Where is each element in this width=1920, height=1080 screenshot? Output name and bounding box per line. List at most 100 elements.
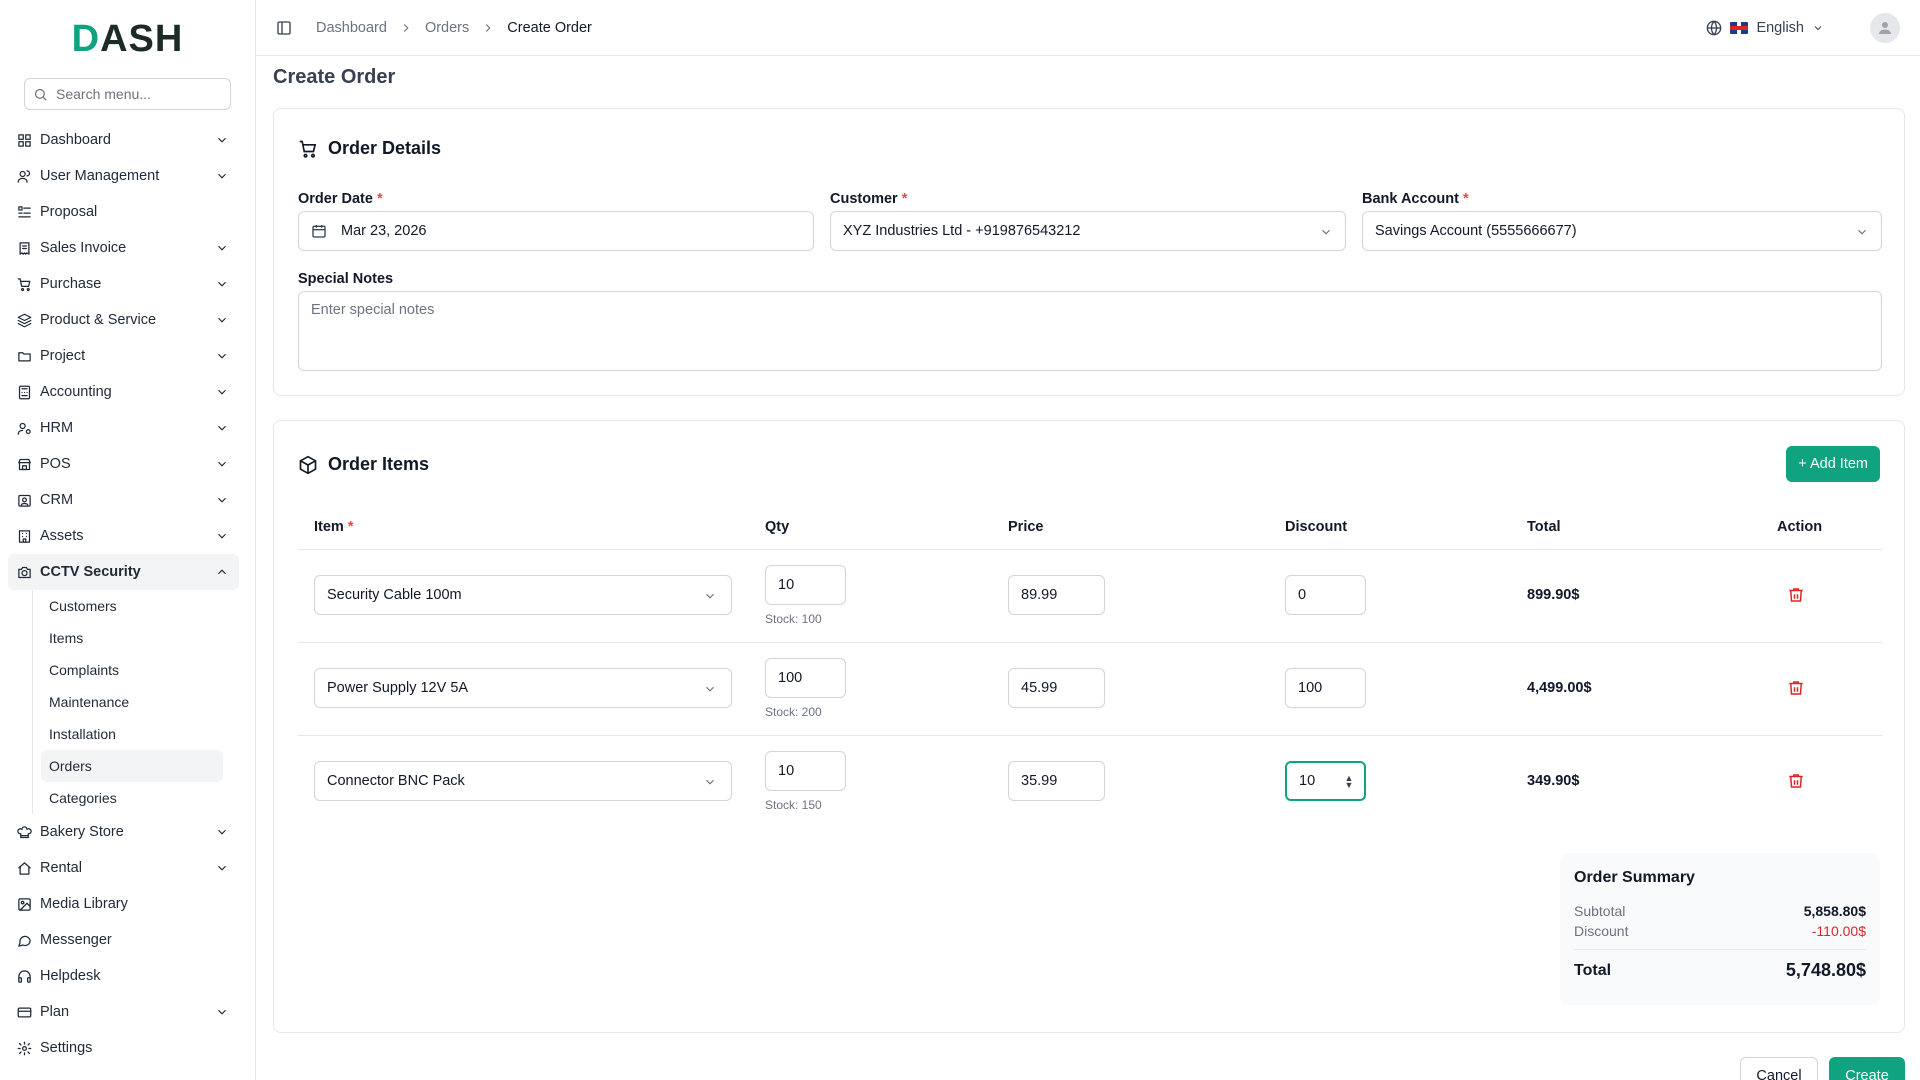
trash-icon [1789, 774, 1803, 788]
sidebar-item-hrm[interactable]: HRM [8, 410, 239, 446]
sidebar-item-crm[interactable]: CRM [8, 482, 239, 518]
sidebar-item-project[interactable]: Project [8, 338, 239, 374]
user-avatar[interactable] [1870, 12, 1900, 43]
sidebar-item-label: Helpdesk [40, 968, 101, 984]
bank-account-select[interactable]: Savings Account (5555666677) [1362, 211, 1882, 251]
customer-label: Customer * [830, 191, 907, 207]
chevron-right-icon [403, 23, 409, 32]
sidebar-item-product-service[interactable]: Product & Service [8, 302, 239, 338]
qty-input[interactable]: 10 [765, 565, 846, 605]
cancel-button[interactable]: Cancel [1740, 1057, 1818, 1080]
item-select[interactable]: Connector BNC Pack [314, 761, 732, 801]
item-select-value: Security Cable 100m [327, 587, 462, 603]
language-selector[interactable]: English [1706, 12, 1900, 43]
chevron-down-icon [218, 137, 226, 143]
submenu-item-installation[interactable]: Installation [41, 718, 223, 750]
sidebar-item-media-library[interactable]: Media Library [8, 886, 239, 922]
required-mark: * [1462, 191, 1469, 207]
item-select[interactable]: Security Cable 100m [314, 575, 732, 615]
logo-text: DASH [71, 17, 184, 60]
sidebar-item-purchase[interactable]: Purchase [8, 266, 239, 302]
discount-input[interactable]: 0 [1285, 575, 1366, 615]
order-date-label: Order Date * [298, 191, 383, 207]
sidebar-item-pos[interactable]: POS [8, 446, 239, 482]
image-icon [17, 897, 31, 911]
order-date-field[interactable]: Mar 23, 2026 [298, 211, 814, 251]
create-button[interactable]: Create [1829, 1057, 1905, 1080]
app-logo[interactable]: DASH [0, 0, 255, 78]
breadcrumb-dashboard[interactable]: Dashboard [316, 20, 387, 36]
discount-input[interactable]: 100 [1285, 668, 1366, 708]
receipt-icon-wrap [16, 240, 32, 256]
chevron-down-icon [1814, 25, 1822, 30]
sidebar-item-settings[interactable]: Settings [8, 1030, 239, 1066]
qty-input[interactable]: 100 [765, 658, 846, 698]
submenu-item-customers[interactable]: Customers [41, 590, 223, 622]
sidebar-item-plan[interactable]: Plan [8, 994, 239, 1030]
customer-select[interactable]: XYZ Industries Ltd - +919876543212 [830, 211, 1346, 251]
qty-input[interactable]: 10 [765, 751, 846, 791]
bank-account-value: Savings Account (5555666677) [1375, 223, 1577, 239]
user-icon [1879, 21, 1891, 34]
sidebar-item-accounting[interactable]: Accounting [8, 374, 239, 410]
chevron-up-icon [218, 569, 226, 575]
receipt-icon [19, 241, 29, 255]
message-icon [17, 935, 31, 947]
customer-label-text: Customer [830, 191, 898, 207]
sidebar-item-sales-invoice[interactable]: Sales Invoice [8, 230, 239, 266]
sidebar-item-rental[interactable]: Rental [8, 850, 239, 886]
spinner-arrows-icon[interactable]: ▲ ▼ [1344, 774, 1354, 790]
item-select[interactable]: Power Supply 12V 5A [314, 668, 732, 708]
submenu-item-items[interactable]: Items [41, 622, 223, 654]
chevron-down-icon [218, 865, 226, 871]
sidebar-item-cctv-security[interactable]: CCTV Security [8, 554, 239, 590]
sidebar-item-label: Bakery Store [40, 824, 124, 840]
submenu-item-complaints[interactable]: Complaints [41, 654, 223, 686]
sidebar-item-label: Accounting [40, 384, 112, 400]
submenu-item-orders[interactable]: Orders [41, 750, 223, 782]
delete-row-button[interactable] [1787, 679, 1805, 701]
sidebar-item-proposal[interactable]: Proposal [8, 194, 239, 230]
user-cog-icon-wrap [16, 420, 32, 436]
delete-row-button[interactable] [1787, 586, 1805, 608]
sidebar-item-label: Plan [40, 1004, 70, 1020]
submenu-item-label: Complaints [49, 662, 120, 678]
sidebar-item-dashboard[interactable]: Dashboard [8, 122, 239, 158]
price-input[interactable]: 45.99 [1008, 668, 1105, 708]
price-input[interactable]: 89.99 [1008, 575, 1105, 615]
chevron-down-icon [218, 245, 226, 251]
stock-label: Stock: 200 [765, 705, 822, 719]
chevron-down-icon [1322, 229, 1330, 235]
discount-label: Discount [1574, 923, 1629, 939]
delete-row-button[interactable] [1787, 772, 1805, 794]
sidebar-item-user-management[interactable]: User Management [8, 158, 239, 194]
discount-input[interactable]: 10 ▲ ▼ [1285, 761, 1366, 801]
sidebar-item-bakery-store[interactable]: Bakery Store [8, 814, 239, 850]
search-icon [34, 88, 47, 101]
sidebar-item-label: Product & Service [40, 312, 157, 328]
search-menu-input[interactable]: Search menu... [24, 78, 231, 110]
row-total: 4,499.00$ [1527, 680, 1592, 696]
sidebar-item-label: User Management [40, 168, 160, 184]
sidebar-item-label: Dashboard [40, 132, 111, 148]
submenu-item-categories[interactable]: Categories [41, 782, 223, 814]
sidebar-item-messenger[interactable]: Messenger [8, 922, 239, 958]
chef-icon [16, 825, 32, 838]
trash-icon [1789, 681, 1803, 695]
chef-icon-wrap [16, 824, 32, 840]
breadcrumb-orders[interactable]: Orders [425, 20, 469, 36]
submenu-item-label: Installation [49, 726, 116, 742]
credit-card-icon [17, 1007, 31, 1017]
order-details-card: Order Details Order Date * Mar 23, 2026 C… [273, 108, 1905, 396]
chevron-down-icon [706, 686, 714, 692]
add-item-button[interactable]: + Add Item [1786, 446, 1880, 482]
sidebar-item-helpdesk[interactable]: Helpdesk [8, 958, 239, 994]
price-input[interactable]: 35.99 [1008, 761, 1105, 801]
sidebar-item-label: Assets [40, 528, 84, 544]
submenu-item-maintenance[interactable]: Maintenance [41, 686, 223, 718]
chevron-down-icon [706, 779, 714, 785]
special-notes-textarea[interactable]: Enter special notes [298, 291, 1882, 371]
chevron-down-icon [218, 389, 226, 395]
sidebar-toggle-icon[interactable] [276, 20, 292, 36]
sidebar-item-assets[interactable]: Assets [8, 518, 239, 554]
